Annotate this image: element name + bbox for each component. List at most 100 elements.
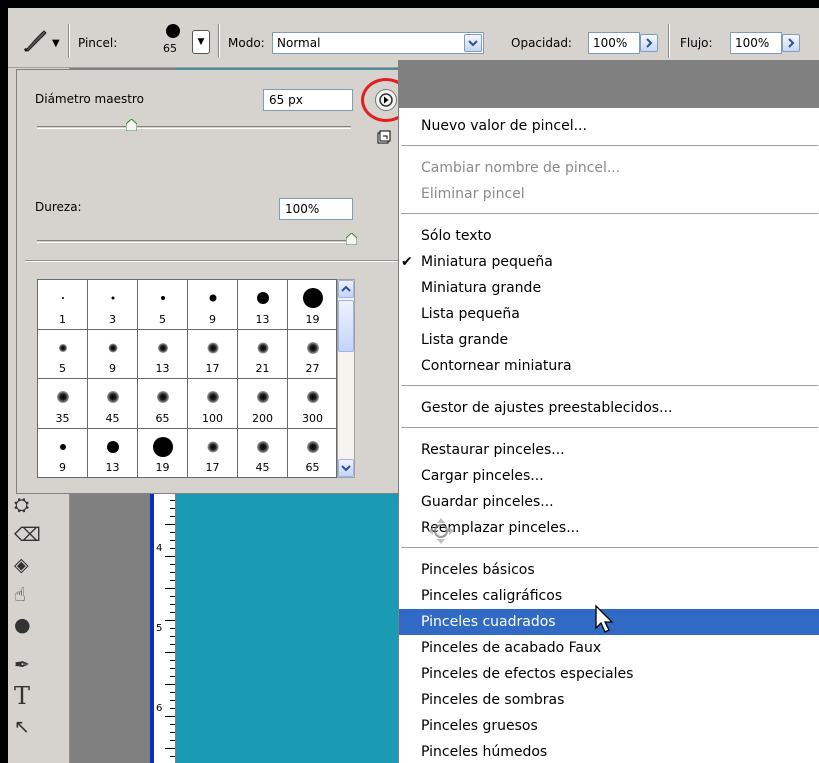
brush-options-menu: Nuevo valor de pincel... Cambiar nombre d… <box>398 60 819 763</box>
soft-brush-tip-icon <box>206 391 219 403</box>
ruler-tick <box>170 668 175 669</box>
hardness-slider[interactable] <box>37 240 351 243</box>
menu-item[interactable]: Pinceles de acabado Faux <box>399 635 819 661</box>
brush-preset-cell[interactable]: 200 <box>238 379 288 429</box>
flow-slider-button[interactable] <box>782 34 800 52</box>
menu-item[interactable]: Restaurar pinceles... <box>399 437 819 463</box>
menu-item[interactable]: Reemplazar pinceles... <box>399 515 819 541</box>
menu-item-label: Pinceles gruesos <box>421 718 538 734</box>
master-diameter-slider[interactable] <box>37 126 351 129</box>
soft-brush-tip-icon <box>56 391 69 403</box>
mouse-pointer-icon <box>594 604 616 634</box>
hard-brush-tip-icon <box>302 288 323 308</box>
brush-preset-cell[interactable]: 5 <box>138 280 188 330</box>
photoshop-window: ▼ Pincel: 65 ▼ Modo: Normal Opacidad: 10… <box>8 8 819 763</box>
menu-header-bar <box>399 60 819 108</box>
brush-preset-cell[interactable]: 19 <box>138 428 188 478</box>
save-preset-icon[interactable] <box>377 130 391 144</box>
brush-preset-cell[interactable]: 45 <box>88 379 138 429</box>
brush-preset-cell[interactable]: 45 <box>238 428 288 478</box>
hard-brush-tip-icon <box>160 296 165 300</box>
brush-preset-cell[interactable]: 13 <box>138 329 188 379</box>
menu-item[interactable]: Cargar pinceles... <box>399 463 819 489</box>
brush-preset-cell[interactable]: 17 <box>188 428 238 478</box>
ruler-tick <box>170 532 175 533</box>
ruler-tick <box>170 548 175 549</box>
brush-preset-cell[interactable]: 13 <box>238 280 288 330</box>
opacity-input[interactable]: 100% <box>588 32 640 54</box>
brush-preset-size: 13 <box>105 461 120 474</box>
brush-preset-cell[interactable]: 35 <box>38 379 88 429</box>
brush-preset-cell[interactable]: 65 <box>288 428 338 478</box>
brush-preset-cell[interactable]: 9 <box>88 329 138 379</box>
brush-preview[interactable]: 65 <box>160 24 186 60</box>
ruler-tick <box>170 500 175 501</box>
brush-preset-cell[interactable]: 17 <box>188 329 238 379</box>
presets-scrollbar[interactable] <box>337 279 355 478</box>
menu-item[interactable]: Pinceles gruesos <box>399 713 819 739</box>
opacity-slider-button[interactable] <box>640 34 658 52</box>
soft-brush-tip-icon <box>156 391 169 403</box>
brush-preset-size: 9 <box>209 312 216 326</box>
menu-item[interactable]: Pinceles básicos <box>399 557 819 583</box>
brush-preset-cell[interactable]: 21 <box>238 329 288 379</box>
menu-item[interactable]: Pinceles de efectos especiales <box>399 661 819 687</box>
stamp-tool-icon[interactable]: ⛭ <box>14 494 58 522</box>
brush-preset-cell[interactable]: 27 <box>288 329 338 379</box>
menu-item[interactable]: Pinceles de sombras <box>399 687 819 713</box>
brush-preset-size: 13 <box>255 312 270 326</box>
mode-select[interactable]: Normal <box>272 32 484 54</box>
menu-separator <box>401 547 818 549</box>
brush-tool-icon[interactable] <box>22 28 48 54</box>
tool-preset-dropdown-icon[interactable]: ▼ <box>52 38 60 49</box>
menu-item-label: Pinceles húmedos <box>421 744 548 760</box>
brush-preset-size: 13 <box>155 362 170 375</box>
menu-item[interactable]: Nuevo valor de pincel... <box>399 113 819 139</box>
brush-preset-cell[interactable]: 300 <box>288 379 338 429</box>
brush-preset-cell[interactable]: 5 <box>38 329 88 379</box>
brush-preset-size: 9 <box>59 461 66 474</box>
brush-preset-cell[interactable]: 1 <box>38 280 88 330</box>
mode-dropdown-button[interactable] <box>464 34 482 52</box>
menu-item-label: Miniatura grande <box>421 280 542 296</box>
scroll-thumb[interactable] <box>338 300 354 352</box>
ruler-tick <box>170 636 175 637</box>
brush-preset-cell[interactable]: 3 <box>88 280 138 330</box>
menu-item[interactable]: Contornear miniatura <box>399 353 819 379</box>
burn-tool-icon[interactable]: ● <box>14 614 58 642</box>
pen-tool-icon[interactable]: ✒ <box>14 654 58 682</box>
menu-item[interactable]: Gestor de ajustes preestablecidos... <box>399 395 819 421</box>
menu-item[interactable]: Sólo texto <box>399 223 819 249</box>
menu-item[interactable]: Lista pequeña <box>399 301 819 327</box>
brush-preset-cell[interactable]: 9 <box>38 428 88 478</box>
hardness-slider-thumb[interactable] <box>345 232 357 246</box>
brush-dot-icon <box>166 24 180 38</box>
soft-brush-tip-icon <box>257 342 268 353</box>
menu-item-label: Miniatura pequeña <box>421 254 553 270</box>
menu-item[interactable]: Pinceles húmedos <box>399 739 819 763</box>
menu-item[interactable]: Miniatura grande <box>399 275 819 301</box>
scroll-up-button[interactable] <box>338 280 354 298</box>
hardness-input[interactable]: 100% <box>279 198 353 220</box>
brush-preset-cell[interactable]: 19 <box>288 280 338 330</box>
brush-picker-button[interactable]: ▼ <box>192 30 210 54</box>
menu-item[interactable]: Lista grande <box>399 327 819 353</box>
smudge-tool-icon[interactable]: ☝ <box>14 584 58 612</box>
brush-preset-cell[interactable]: 65 <box>138 379 188 429</box>
brush-preset-cell[interactable]: 9 <box>188 280 238 330</box>
master-diameter-slider-thumb[interactable] <box>125 118 138 132</box>
ruler-tick <box>170 540 175 541</box>
scroll-down-button[interactable] <box>338 459 354 477</box>
type-tool-icon[interactable]: T <box>14 682 58 710</box>
soft-brush-tip-icon <box>306 440 319 453</box>
path-selection-tool-icon[interactable]: ↖ <box>14 716 58 744</box>
eraser-tool-icon[interactable]: ⌫ <box>14 524 58 552</box>
menu-item[interactable]: Guardar pinceles... <box>399 489 819 515</box>
menu-item[interactable]: ✔ Miniatura pequeña <box>399 249 819 275</box>
brush-presets-grid: 1 3 5 9 13 19 5 9 13 17 21 27 35 45 65 100 200 300 9 13 19 17… <box>37 279 338 478</box>
brush-preset-cell[interactable]: 13 <box>88 428 138 478</box>
flow-input[interactable]: 100% <box>730 32 782 54</box>
paint-bucket-tool-icon[interactable]: ◈ <box>14 554 58 582</box>
brush-preset-cell[interactable]: 100 <box>188 379 238 429</box>
master-diameter-input[interactable]: 65 px <box>263 89 353 111</box>
